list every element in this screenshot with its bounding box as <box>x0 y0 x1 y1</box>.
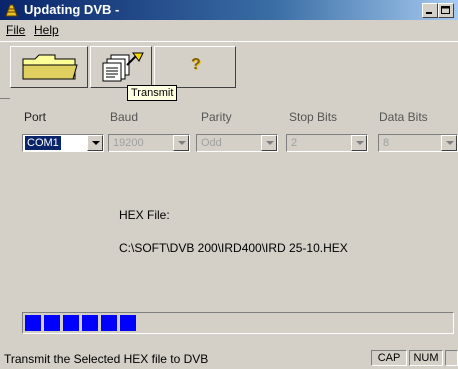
parity-select[interactable]: Odd <box>196 134 278 152</box>
question-mark-icon: ? <box>191 56 201 73</box>
progress-segment <box>25 315 41 331</box>
open-file-button[interactable] <box>10 46 88 88</box>
help-button[interactable]: ? <box>154 46 236 88</box>
baud-select[interactable]: 19200 <box>108 134 190 152</box>
minimize-icon <box>426 12 432 14</box>
num-lock-indicator: NUM <box>409 350 443 366</box>
data-bits-select[interactable]: 8 <box>378 134 458 152</box>
app-window: Updating DVB - File Help ? Transmit Port… <box>0 0 458 369</box>
minimize-button[interactable] <box>422 3 438 18</box>
progress-bar <box>22 312 454 334</box>
status-bar: Transmit the Selected HEX file to DVB CA… <box>0 347 458 369</box>
title-bar[interactable]: Updating DVB - <box>0 0 458 20</box>
menu-file[interactable]: File <box>6 23 25 37</box>
port-select[interactable]: COM1 <box>22 134 104 152</box>
chevron-down-icon[interactable] <box>441 135 457 151</box>
window-title: Updating DVB - <box>24 2 120 17</box>
chevron-down-icon[interactable] <box>261 135 277 151</box>
progress-segment <box>120 315 136 331</box>
maximize-button[interactable] <box>438 3 454 18</box>
caps-lock-indicator: CAP <box>371 350 407 366</box>
maximize-icon <box>441 6 450 14</box>
stop-bits-value: 2 <box>291 137 298 149</box>
menu-help[interactable]: Help <box>34 23 59 37</box>
data-bits-label: Data Bits <box>379 110 428 124</box>
toolbar: ? <box>0 41 458 99</box>
transmit-icon <box>102 52 144 82</box>
chevron-down-icon[interactable] <box>87 135 103 151</box>
chevron-down-icon[interactable] <box>173 135 189 151</box>
parity-label: Parity <box>201 110 232 124</box>
settings-panel: Port Baud Parity Stop Bits Data Bits COM… <box>10 98 458 348</box>
chevron-down-icon[interactable] <box>351 135 367 151</box>
transmit-button[interactable] <box>90 46 152 88</box>
baud-label: Baud <box>110 110 139 124</box>
baud-value: 19200 <box>113 137 144 149</box>
hex-file-path: C:\SOFT\DVB 200\IRD400\IRD 25-10.HEX <box>119 241 348 255</box>
app-icon <box>5 4 18 17</box>
hex-file-label: HEX File: <box>119 208 170 222</box>
progress-segment <box>63 315 79 331</box>
status-text: Transmit the Selected HEX file to DVB <box>4 352 209 366</box>
progress-segment <box>44 315 60 331</box>
folder-icon <box>22 54 78 80</box>
menu-bar: File Help <box>0 20 458 40</box>
progress-segment <box>82 315 98 331</box>
status-pane-empty <box>445 350 458 366</box>
progress-segment <box>101 315 117 331</box>
transmit-tooltip: Transmit <box>127 85 178 101</box>
port-value: COM1 <box>24 135 62 151</box>
stop-bits-select[interactable]: 2 <box>286 134 368 152</box>
data-bits-value: 8 <box>383 137 390 149</box>
parity-value: Odd <box>201 137 222 149</box>
port-label: Port <box>24 110 47 124</box>
stop-bits-label: Stop Bits <box>289 110 338 124</box>
